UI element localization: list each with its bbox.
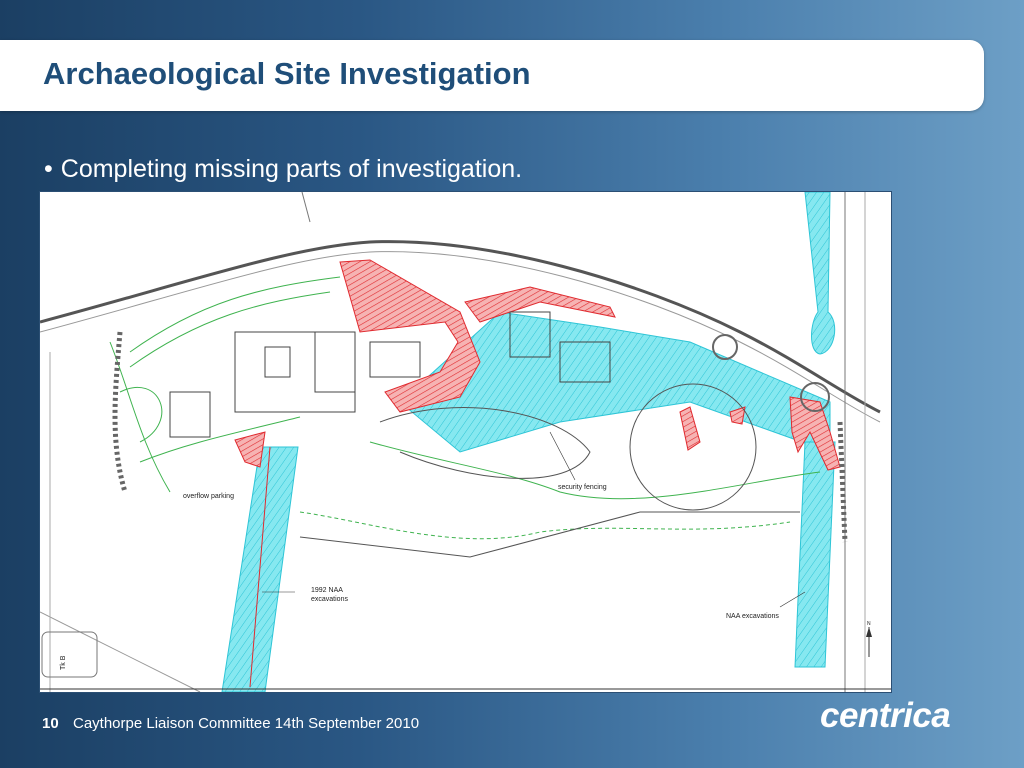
missing-investigation-area [464, 286, 616, 323]
label-overflow-parking: overflow parking [183, 493, 234, 500]
plant-unit [314, 331, 356, 393]
tree-line [837, 421, 848, 543]
tree-canopy [712, 334, 738, 360]
bullet-dot: • [44, 155, 53, 183]
label-north: N [867, 621, 871, 627]
contour-line [119, 386, 163, 443]
contour-line [129, 291, 331, 368]
plant-unit [369, 341, 421, 378]
plant-unit [169, 391, 211, 438]
plant-unit [264, 346, 291, 378]
footer-text: Caythorpe Liaison Committee 14th Septemb… [73, 715, 420, 732]
slide-background: Archaeological Site Investigation • Compl… [0, 0, 1024, 768]
plant-building [234, 331, 356, 413]
bullet-item: • Completing missing parts of investigati… [44, 155, 522, 184]
bullet-text: Completing missing parts of investigatio… [60, 155, 523, 183]
centrica-logo: centrica [820, 696, 951, 735]
page-number: 10 [42, 715, 59, 732]
boundary-line [40, 611, 201, 692]
contour-line [299, 511, 791, 540]
naa-excavation-strip [804, 192, 836, 355]
missing-investigation-area [679, 406, 701, 451]
missing-investigation-area [339, 259, 481, 413]
tree-line [112, 331, 128, 493]
site-plan-drawing: overflow parking security fencing 1992 N… [40, 192, 891, 692]
label-security-fencing: security fencing [558, 484, 607, 491]
naa-excavation-trench [794, 441, 836, 668]
site-plan-map: overflow parking security fencing 1992 N… [39, 191, 892, 693]
label-naa-excavations: NAA excavations [726, 613, 779, 620]
label-1992-excavations: excavations [311, 596, 348, 603]
missing-investigation-area [234, 431, 266, 468]
boundary-line [301, 192, 311, 223]
slide-title: Archaeological Site Investigation [43, 56, 531, 91]
label-1992-naa: 1992 NAA [311, 587, 343, 594]
site-boundary [299, 511, 800, 558]
north-arrow-head [866, 627, 872, 637]
label-tk-b: Tk B [60, 655, 67, 670]
